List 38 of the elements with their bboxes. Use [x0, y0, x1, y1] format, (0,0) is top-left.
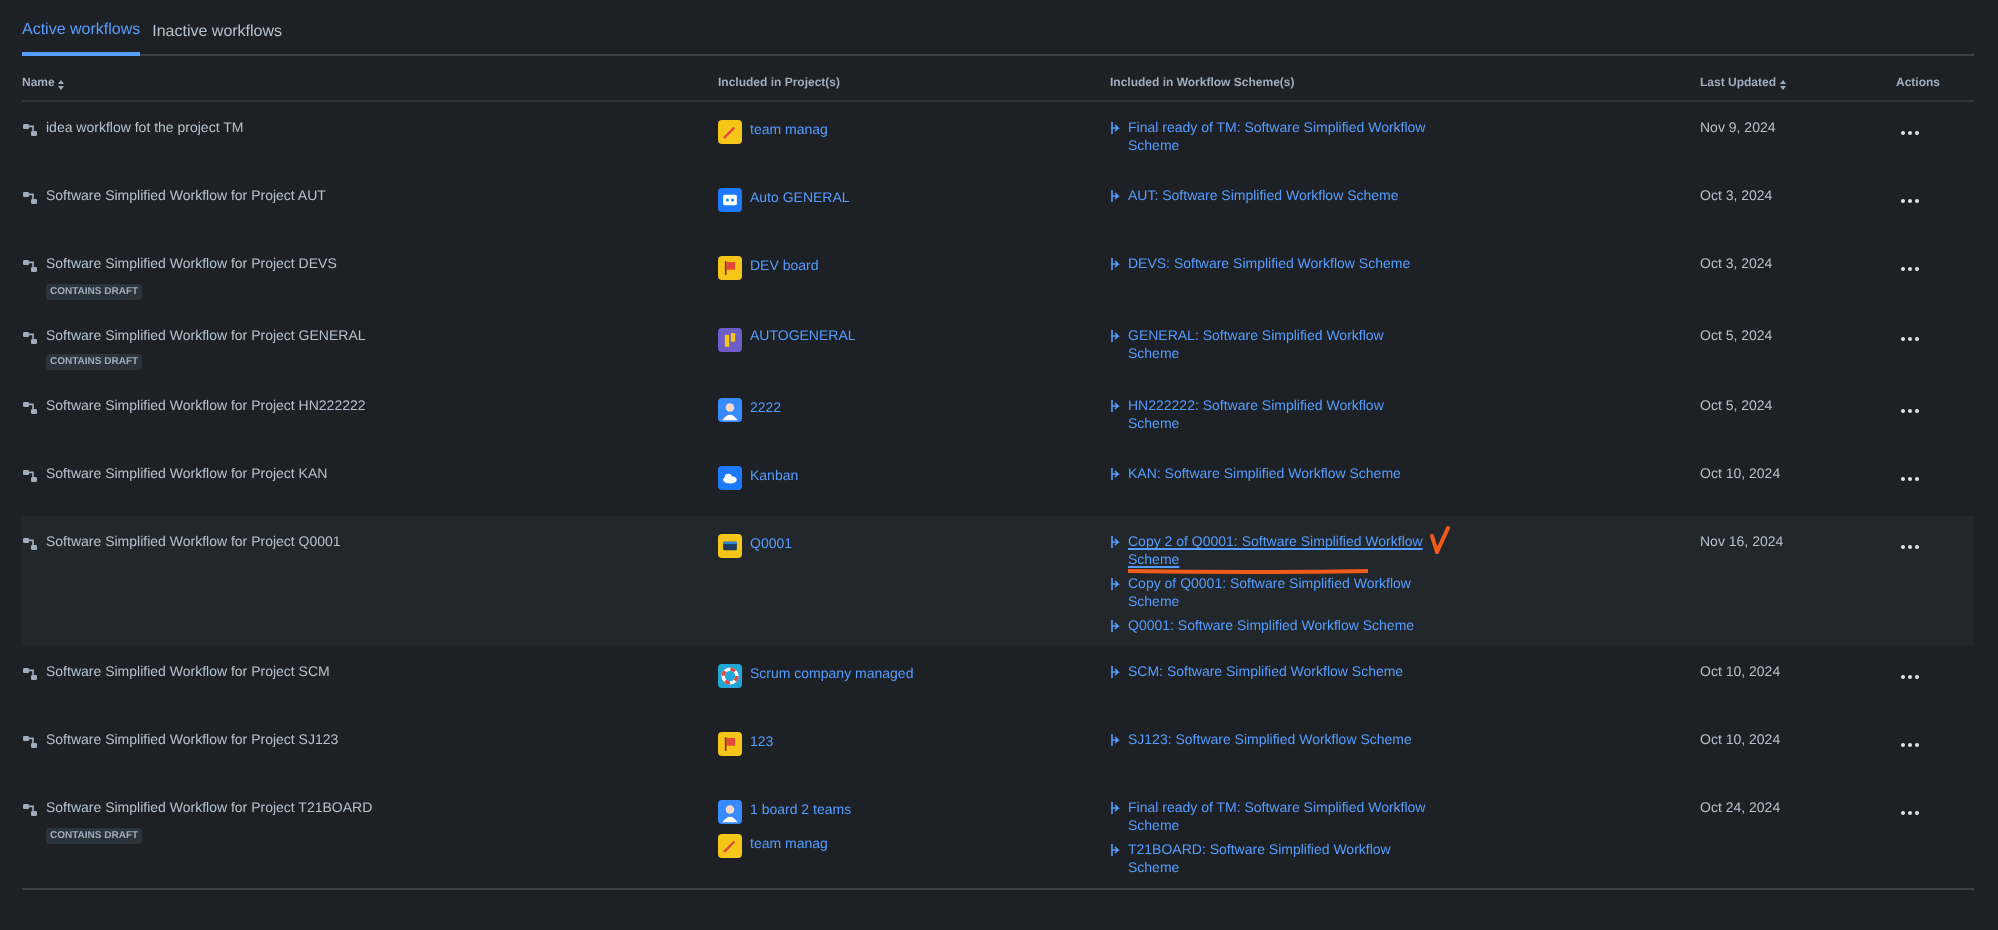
scheme-icon — [1110, 666, 1120, 678]
more-actions-icon[interactable] — [1900, 407, 1920, 413]
scheme-icon — [1110, 734, 1120, 746]
scheme-icon — [1110, 468, 1120, 480]
more-actions-icon[interactable] — [1900, 336, 1920, 342]
scheme-icon — [1110, 190, 1120, 202]
tab[interactable]: Active workflows — [22, 16, 141, 56]
scheme-icon — [1110, 122, 1120, 134]
sort-icon[interactable] — [1780, 80, 1787, 90]
workflow-icon — [22, 734, 38, 751]
tab[interactable]: Inactive workflows — [152, 16, 283, 56]
more-actions-icon[interactable] — [1900, 265, 1920, 271]
more-actions-icon[interactable] — [1900, 197, 1920, 203]
workflow-icon — [22, 122, 38, 139]
scheme-icon — [1110, 258, 1120, 270]
workflow-icon — [22, 802, 38, 819]
more-actions-icon[interactable] — [1900, 809, 1920, 815]
sort-icon[interactable] — [58, 80, 65, 90]
more-actions-icon[interactable] — [1900, 129, 1920, 135]
scheme-icon — [1110, 536, 1120, 548]
more-actions-icon[interactable] — [1900, 543, 1920, 549]
scheme-icon — [1110, 802, 1120, 814]
more-actions-icon[interactable] — [1900, 741, 1920, 747]
workflow-icon — [22, 400, 38, 417]
scheme-icon — [1110, 578, 1120, 590]
workflow-icon — [22, 258, 38, 275]
workflow-icon — [22, 666, 38, 683]
workflow-icon — [22, 536, 38, 553]
workflow-icon — [22, 329, 38, 346]
more-actions-icon[interactable] — [1900, 475, 1920, 481]
more-actions-icon[interactable] — [1900, 673, 1920, 679]
checkmark-icon — [1430, 526, 1450, 554]
scheme-icon — [1110, 329, 1120, 341]
scheme-icon — [1110, 620, 1120, 632]
scheme-icon — [1110, 844, 1120, 856]
workflow-icon — [22, 190, 38, 207]
scheme-icon — [1110, 400, 1120, 412]
workflow-icon — [22, 468, 38, 485]
